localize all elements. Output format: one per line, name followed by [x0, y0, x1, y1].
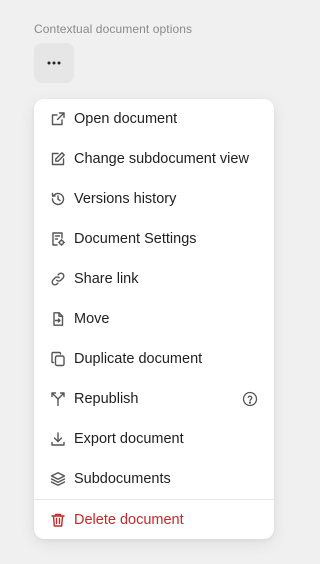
menu-item-label: Share link: [74, 271, 139, 287]
menu-item-label: Republish: [74, 391, 139, 407]
link-icon: [50, 271, 66, 287]
menu-item-share-link[interactable]: Share link: [34, 259, 274, 299]
external-link-icon: [50, 111, 66, 127]
menu-item-label: Duplicate document: [74, 351, 203, 367]
edit-icon: [50, 151, 66, 167]
menu-item-delete-document[interactable]: Delete document: [34, 500, 274, 540]
menu-item-label: Move: [74, 311, 110, 327]
menu-item-duplicate-document[interactable]: Duplicate document: [34, 339, 274, 379]
menu-item-republish[interactable]: Republish: [34, 379, 274, 419]
menu-item-move[interactable]: Move: [34, 299, 274, 339]
menu-item-export-document[interactable]: Export document: [34, 419, 274, 459]
menu-item-label: Versions history: [74, 191, 177, 207]
more-horizontal-icon: [47, 61, 61, 65]
menu-item-change-subdocument-view[interactable]: Change subdocument view: [34, 139, 274, 179]
section-label: Contextual document options: [34, 22, 193, 36]
menu-item-document-settings[interactable]: Document Settings: [34, 219, 274, 259]
menu-item-label: Delete document: [74, 512, 184, 528]
move-icon: [50, 311, 66, 327]
menu-item-open-document[interactable]: Open document: [34, 99, 274, 139]
document-settings-icon: [50, 231, 66, 247]
history-icon: [50, 191, 66, 207]
copy-icon: [50, 351, 66, 367]
menu-item-label: Change subdocument view: [74, 151, 249, 167]
help-circle-icon[interactable]: [242, 391, 258, 407]
menu-item-label: Open document: [74, 111, 178, 127]
republish-icon: [50, 391, 66, 407]
menu-item-label: Subdocuments: [74, 471, 171, 487]
layers-icon: [50, 471, 66, 487]
menu-item-label: Document Settings: [74, 231, 197, 247]
download-icon: [50, 431, 66, 447]
context-menu: Open document Change subdocument view Ve…: [34, 99, 274, 539]
menu-item-label: Export document: [74, 431, 184, 447]
more-options-button[interactable]: [34, 43, 74, 83]
menu-item-versions-history[interactable]: Versions history: [34, 179, 274, 219]
menu-item-subdocuments[interactable]: Subdocuments: [34, 459, 274, 499]
trash-icon: [50, 512, 66, 528]
